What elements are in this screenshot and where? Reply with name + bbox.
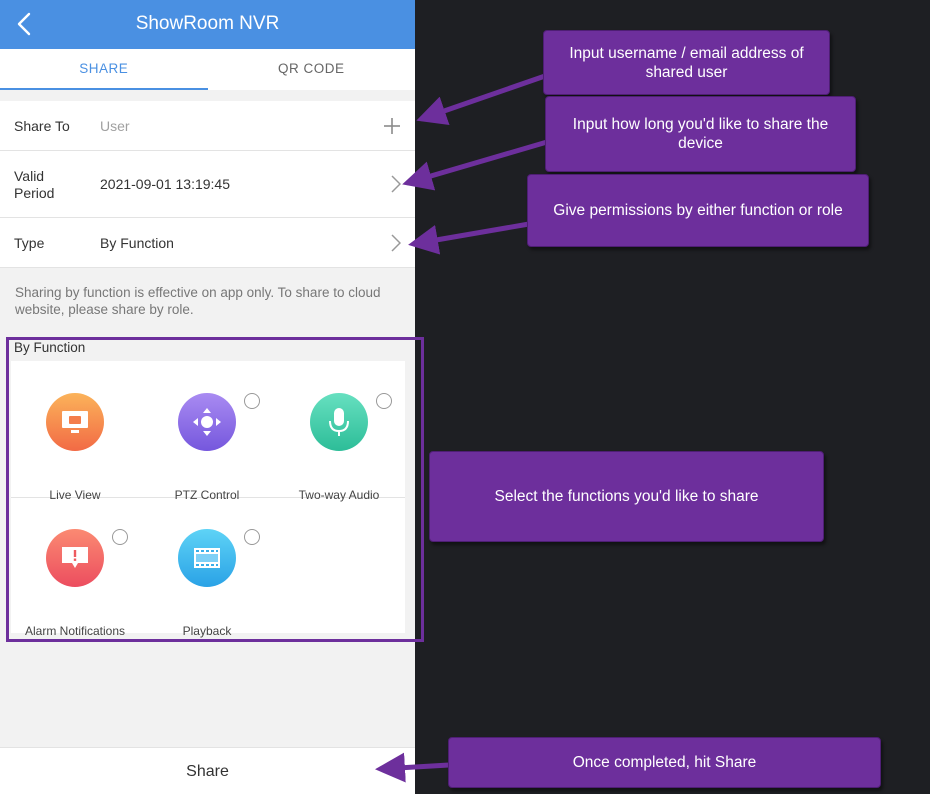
share-to-row[interactable]: Share To User	[0, 101, 415, 151]
tab-qr-code[interactable]: QR CODE	[208, 49, 416, 90]
valid-period-value: 2021-09-01 13:19:45	[100, 176, 230, 192]
plus-icon[interactable]	[383, 117, 401, 135]
tab-bar: SHARE QR CODE	[0, 49, 415, 90]
callout-share: Once completed, hit Share	[448, 737, 881, 788]
callout-duration: Input how long you'd like to share the d…	[545, 96, 856, 172]
callout-username: Input username / email address of shared…	[543, 30, 830, 95]
valid-period-row[interactable]: Valid Period 2021-09-01 13:19:45	[0, 151, 415, 218]
share-button[interactable]: Share	[0, 747, 415, 794]
callout-functions: Select the functions you'd like to share	[429, 451, 824, 542]
share-to-input[interactable]: User	[100, 118, 130, 134]
tab-share[interactable]: SHARE	[0, 49, 208, 90]
top-bar: ShowRoom NVR	[0, 0, 415, 49]
arrow-duration	[402, 139, 548, 191]
chevron-right-icon	[391, 234, 401, 252]
type-row[interactable]: Type By Function	[0, 218, 415, 268]
function-highlight-box	[6, 337, 424, 642]
arrow-username	[416, 73, 546, 125]
share-to-label: Share To	[14, 118, 70, 134]
callout-permissions: Give permissions by either function or r…	[527, 174, 869, 247]
sharing-hint: Sharing by function is effective on app …	[15, 285, 381, 317]
page-title: ShowRoom NVR	[135, 13, 280, 34]
type-label: Type	[14, 235, 45, 251]
chevron-right-icon	[391, 175, 401, 193]
arrow-permissions	[408, 221, 530, 255]
valid-period-label: Valid Period	[14, 168, 55, 201]
type-value: By Function	[100, 235, 174, 251]
